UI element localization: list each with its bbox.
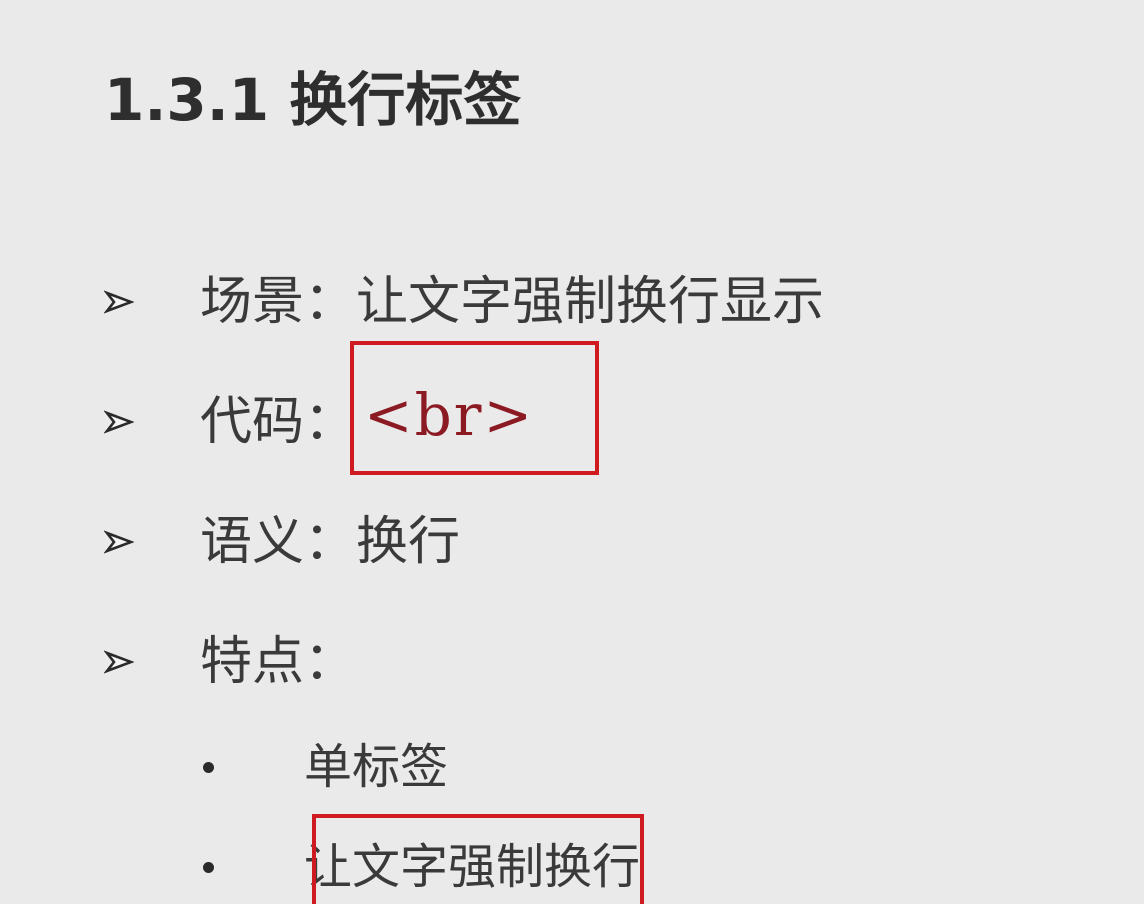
slide-title: 1.3.1 换行标签 xyxy=(104,66,522,134)
sub-bullet-single-tag: 单标签 xyxy=(0,728,1144,808)
arrowhead-icon xyxy=(104,530,134,554)
bullet-features-text: 特点： xyxy=(200,632,357,692)
slide: 1.3.1 换行标签 场景：让文字强制换行显示 代码： <br> 语义：换行 特… xyxy=(0,0,1144,904)
code-snippet: <br> xyxy=(364,381,535,449)
bullet-scene: 场景：让文字强制换行显示 xyxy=(0,262,1144,342)
arrowhead-icon xyxy=(104,290,134,314)
arrowhead-icon xyxy=(104,410,134,434)
bullet-semantics: 语义：换行 xyxy=(0,502,1144,582)
bullet-semantics-text: 语义：换行 xyxy=(200,512,461,572)
bullet-features: 特点： xyxy=(0,622,1144,702)
feature-highlight-box xyxy=(312,814,644,904)
bullet-code-label: 代码： xyxy=(200,392,357,452)
dot-icon xyxy=(203,862,214,873)
bullet-scene-text: 场景：让文字强制换行显示 xyxy=(200,272,825,332)
dot-icon xyxy=(203,762,214,773)
arrowhead-icon xyxy=(104,650,134,674)
sub-bullet-single-tag-text: 单标签 xyxy=(304,739,449,795)
